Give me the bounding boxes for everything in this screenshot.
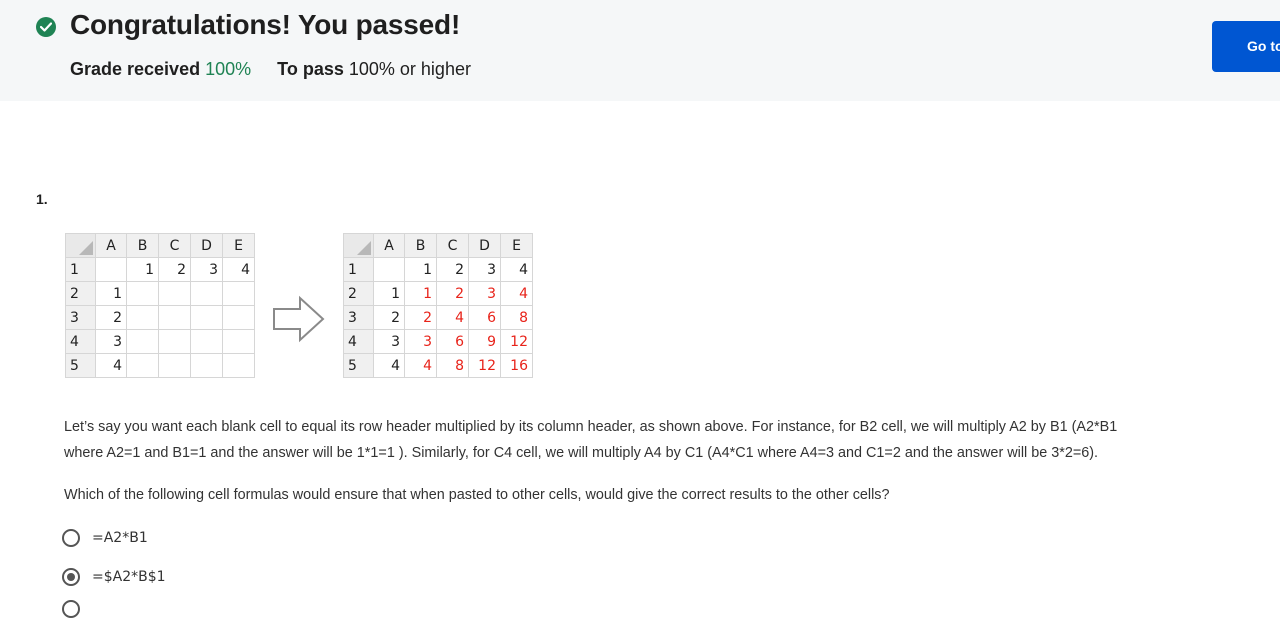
right-arrow-icon — [273, 295, 325, 343]
cell: 2 — [436, 257, 469, 282]
cell: 4 — [500, 257, 533, 282]
result-cell: 6 — [436, 329, 469, 354]
cell — [126, 353, 159, 378]
column-header: A — [373, 233, 405, 258]
banner-title: Congratulations! You passed! — [70, 9, 461, 40]
row-header: 4 — [343, 329, 374, 354]
row-header: 5 — [343, 353, 374, 378]
cell: 2 — [158, 257, 191, 282]
row-header: 3 — [65, 305, 96, 330]
question-number: 1. — [36, 191, 48, 207]
row-header: 2 — [343, 281, 374, 306]
option-label: =$A2*B$1 — [92, 569, 166, 585]
go-to-next-item-button[interactable]: Go to next item — [1212, 21, 1280, 72]
answer-option[interactable] — [62, 600, 92, 618]
answer-option[interactable]: =A2*B1 — [62, 529, 148, 547]
column-header: E — [500, 233, 533, 258]
result-cell: 8 — [500, 305, 533, 330]
column-header: B — [126, 233, 159, 258]
result-cell: 4 — [500, 281, 533, 306]
sheet-corner — [343, 233, 374, 258]
explanation-line: Let’s say you want each blank cell to eq… — [64, 419, 1118, 435]
cell: 3 — [95, 329, 127, 354]
radio-button[interactable] — [62, 600, 80, 618]
spreadsheet-after: A B C D E 1 1 2 3 4 2 1 1 2 3 4 3 2 2 4 … — [343, 233, 533, 378]
result-cell: 2 — [436, 281, 469, 306]
pass-label: To pass — [277, 59, 344, 79]
cell — [126, 329, 159, 354]
check-circle-icon — [36, 17, 56, 37]
question-prompt: Which of the following cell formulas wou… — [64, 487, 890, 503]
cell — [373, 257, 405, 282]
cell — [126, 305, 159, 330]
result-cell: 4 — [436, 305, 469, 330]
grade-summary: Grade received 100% To pass 100% or high… — [70, 59, 471, 80]
cell: 3 — [373, 329, 405, 354]
cell: 3 — [468, 257, 501, 282]
result-cell: 9 — [468, 329, 501, 354]
result-cell: 2 — [404, 305, 437, 330]
cell: 2 — [95, 305, 127, 330]
cell — [95, 257, 127, 282]
pass-value: 100% or higher — [348, 59, 471, 79]
result-banner: Congratulations! You passed! Grade recei… — [0, 0, 1280, 101]
row-header: 1 — [343, 257, 374, 282]
cell — [158, 353, 191, 378]
column-header: D — [190, 233, 223, 258]
radio-button-checked[interactable] — [62, 568, 80, 586]
cell: 1 — [373, 281, 405, 306]
cell — [190, 305, 223, 330]
sheet-corner — [65, 233, 96, 258]
column-header: A — [95, 233, 127, 258]
cell — [222, 329, 255, 354]
cell: 4 — [373, 353, 405, 378]
cell — [126, 281, 159, 306]
column-header: E — [222, 233, 255, 258]
cell — [222, 281, 255, 306]
answer-option-selected[interactable]: =$A2*B$1 — [62, 568, 166, 586]
column-header: D — [468, 233, 501, 258]
cell — [190, 329, 223, 354]
grade-label: Grade received — [70, 59, 201, 79]
cell — [158, 281, 191, 306]
column-header: C — [436, 233, 469, 258]
result-cell: 16 — [500, 353, 533, 378]
explanation-line: where A2=1 and B1=1 and the answer will … — [64, 445, 1099, 461]
cell: 1 — [95, 281, 127, 306]
spreadsheet-before: A B C D E 1 1 2 3 4 2 1 3 2 4 3 5 4 — [65, 233, 255, 378]
cell: 4 — [222, 257, 255, 282]
row-header: 5 — [65, 353, 96, 378]
cell: 3 — [190, 257, 223, 282]
cell — [190, 281, 223, 306]
cell: 1 — [126, 257, 159, 282]
column-header: C — [158, 233, 191, 258]
cell — [158, 329, 191, 354]
result-cell: 6 — [468, 305, 501, 330]
cell: 4 — [95, 353, 127, 378]
row-header: 4 — [65, 329, 96, 354]
row-header: 3 — [343, 305, 374, 330]
result-cell: 3 — [468, 281, 501, 306]
row-header: 1 — [65, 257, 96, 282]
grade-value: 100% — [205, 59, 252, 79]
result-cell: 3 — [404, 329, 437, 354]
result-cell: 8 — [436, 353, 469, 378]
cell — [222, 353, 255, 378]
cell: 2 — [373, 305, 405, 330]
cell — [222, 305, 255, 330]
cell: 1 — [404, 257, 437, 282]
option-label: =A2*B1 — [92, 530, 148, 546]
result-cell: 12 — [500, 329, 533, 354]
radio-button[interactable] — [62, 529, 80, 547]
result-cell: 12 — [468, 353, 501, 378]
question-explanation: Let’s say you want each blank cell to eq… — [64, 414, 1234, 466]
cell — [158, 305, 191, 330]
column-header: B — [404, 233, 437, 258]
cell — [190, 353, 223, 378]
result-cell: 4 — [404, 353, 437, 378]
result-cell: 1 — [404, 281, 437, 306]
row-header: 2 — [65, 281, 96, 306]
